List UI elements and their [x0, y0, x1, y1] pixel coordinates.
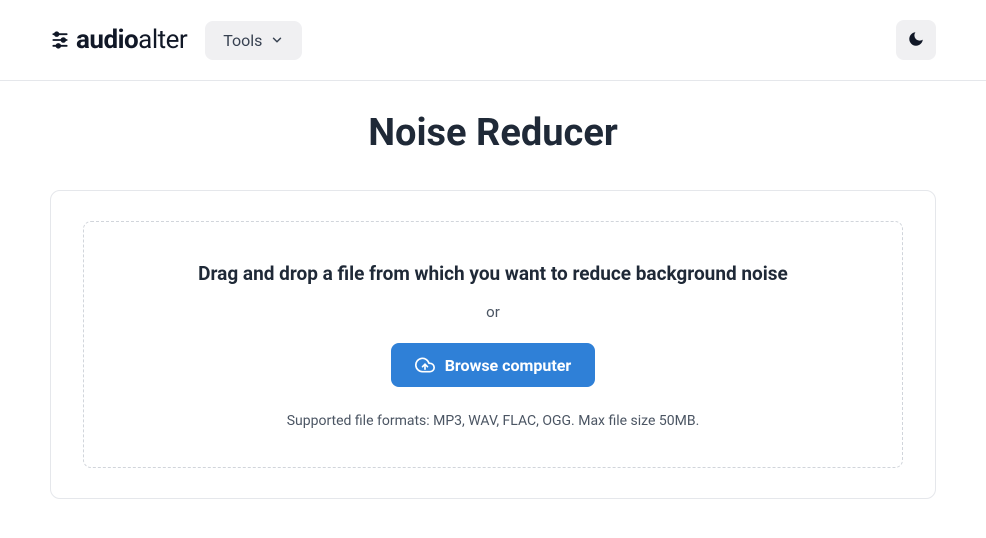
- theme-toggle[interactable]: [896, 20, 936, 60]
- tools-label: Tools: [223, 31, 262, 50]
- brand-name: audioalter: [76, 25, 187, 55]
- upload-card: Drag and drop a file from which you want…: [50, 190, 936, 499]
- tools-dropdown[interactable]: Tools: [205, 21, 302, 60]
- dropzone-instruction: Drag and drop a file from which you want…: [114, 262, 872, 285]
- header: audioalter Tools: [0, 0, 986, 81]
- browse-label: Browse computer: [445, 356, 572, 375]
- main: Noise Reducer Drag and drop a file from …: [0, 81, 986, 529]
- sliders-icon: [50, 30, 70, 50]
- page-title: Noise Reducer: [50, 111, 936, 155]
- dropzone[interactable]: Drag and drop a file from which you want…: [83, 221, 903, 468]
- or-divider: or: [114, 303, 872, 321]
- browse-button[interactable]: Browse computer: [391, 343, 596, 387]
- cloud-upload-icon: [415, 355, 435, 375]
- chevron-down-icon: [270, 33, 284, 47]
- brand-logo[interactable]: audioalter: [50, 25, 187, 55]
- header-left: audioalter Tools: [50, 21, 302, 60]
- moon-icon: [907, 30, 925, 51]
- supported-formats: Supported file formats: MP3, WAV, FLAC, …: [114, 413, 872, 429]
